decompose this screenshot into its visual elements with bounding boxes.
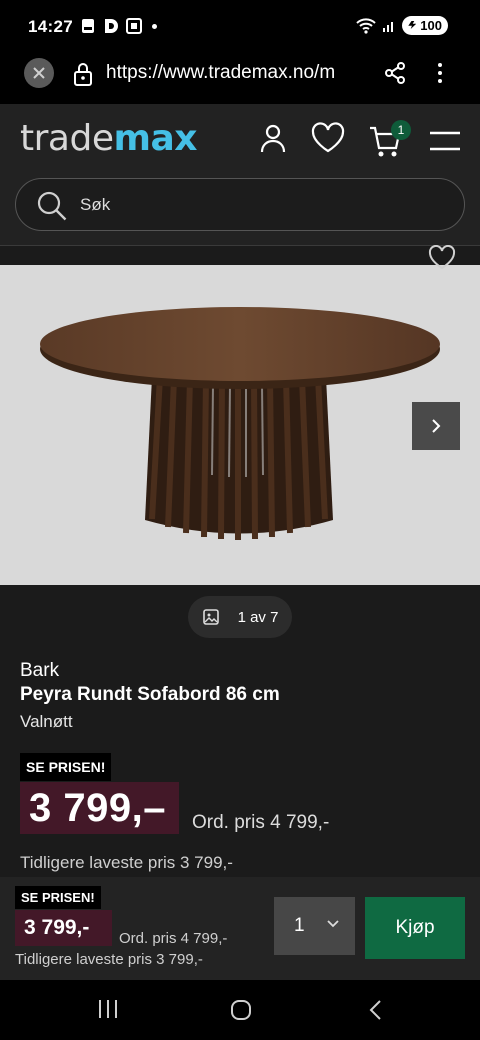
url-text[interactable]: https://www.trademax.no/m [106,62,368,84]
product-color: Valnøtt [20,712,73,731]
next-image-button[interactable] [412,402,460,450]
status-right: 100 [356,16,448,35]
logo-part-max: max [113,118,198,159]
image-counter[interactable]: 1 av 7 [188,596,292,638]
close-icon [33,67,45,79]
wifi-icon [356,17,376,34]
more-vert-icon[interactable] [430,60,450,86]
product-title: Peyra Rundt Sofabord 86 cm [20,684,280,705]
search-icon [37,191,67,221]
image-icon [202,609,219,625]
back-icon[interactable] [366,998,386,1022]
lock-icon[interactable] [72,61,94,87]
home-icon[interactable] [229,998,253,1022]
scan-notification-icon [126,18,142,34]
image-counter-text: 1 av 7 [237,608,279,626]
browser-url-bar: https://www.trademax.no/m [0,52,480,104]
status-time: 14:27 [28,17,73,36]
sticky-ordinary-price: Ord. pris 4 799,- [119,930,228,947]
wishlist-icon[interactable] [310,122,346,154]
buy-button-label: Kjøp [395,917,435,938]
product-image [40,307,440,540]
sticky-price: 3 799,- [15,910,112,946]
system-nav-bar [0,980,480,1040]
ordinary-price: Ord. pris 4 799,- [192,812,330,833]
quantity-select[interactable]: 1 [274,897,355,955]
d-notification-icon [105,19,118,33]
sticky-price-tag: SE PRISEN! [15,886,101,909]
product-image-gallery[interactable] [0,265,480,585]
buy-button[interactable]: Kjøp [365,897,465,959]
previous-lowest-price: Tidligere laveste pris 3 799,- [20,853,233,872]
search-input[interactable] [80,179,440,230]
more-notifications-dot [152,23,157,29]
product-brand[interactable]: Bark [20,660,59,682]
notification-icons [80,17,157,35]
close-tab-button[interactable] [24,58,54,88]
product-price: 3 799,– [20,782,179,834]
price-campaign-tag: SE PRISEN! [20,753,112,781]
cart-count-badge: 1 [391,120,411,140]
sticky-price-text: 3 799,- [24,916,90,939]
battery-indicator: 100 [402,16,448,35]
chevron-down-icon [327,920,339,928]
product-price-text: 3 799,– [29,785,166,830]
account-icon[interactable] [258,122,288,154]
status-bar: 14:27 100 [0,0,480,52]
signal-icon [383,21,394,32]
quantity-value: 1 [294,915,305,936]
logo-part-trade: trade [20,118,114,159]
recent-apps-icon[interactable] [97,998,119,1020]
sticky-buy-bar: SE PRISEN! 3 799,- Ord. pris 4 799,- Tid… [0,877,480,980]
trademax-logo[interactable]: trademax [20,118,198,159]
sticky-previous-lowest: Tidligere laveste pris 3 799,- [15,951,203,968]
share-icon[interactable] [382,60,408,86]
chevron-right-icon [432,419,441,433]
favorite-heart-icon[interactable] [428,245,456,271]
pdf-notification-icon [82,19,94,33]
search-bar[interactable] [15,178,465,231]
menu-icon[interactable] [428,130,462,152]
